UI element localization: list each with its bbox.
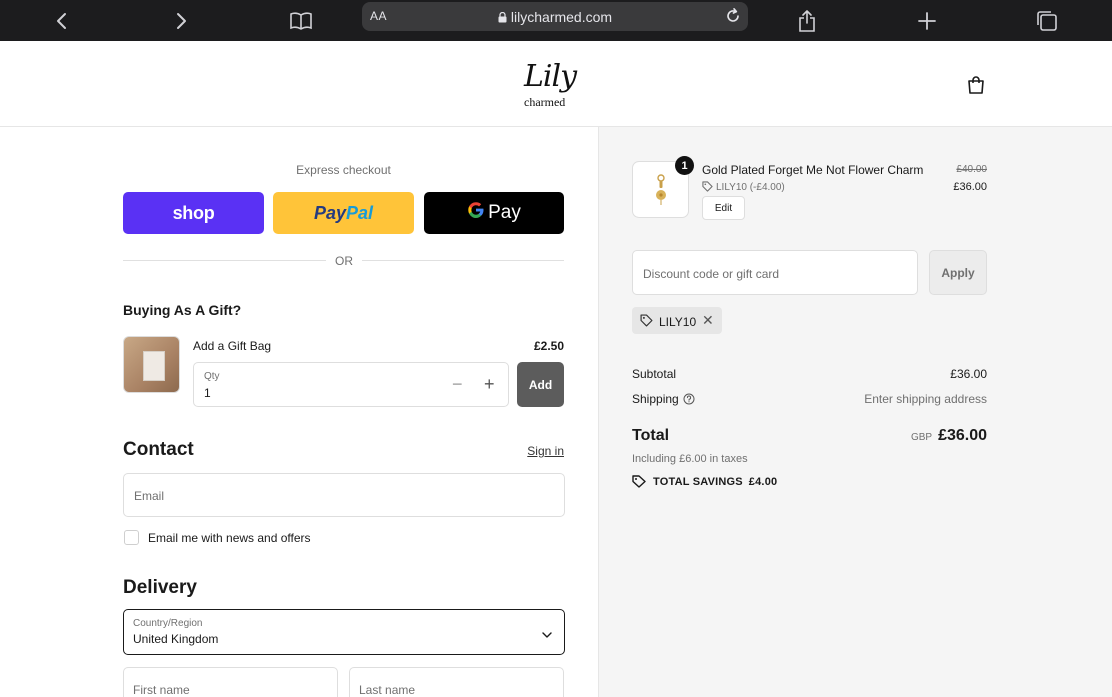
product-name: Gold Plated Forget Me Not Flower Charm (702, 163, 924, 177)
tag-icon (632, 475, 653, 488)
reload-icon[interactable] (724, 7, 742, 30)
first-name-field[interactable]: First name (123, 667, 338, 697)
newsletter-checkbox[interactable] (124, 530, 139, 545)
checkout-form: Express checkout shop Pay Pal Pay OR Buyi… (0, 127, 598, 697)
share-icon[interactable] (792, 6, 822, 36)
tabs-icon[interactable] (1032, 6, 1062, 36)
gift-bag-name: Add a Gift Bag (193, 339, 272, 353)
gift-qty-stepper[interactable]: Qty 1 − + (193, 362, 509, 407)
paypal-button[interactable]: Pay Pal (273, 192, 414, 234)
apply-discount-button[interactable]: Apply (929, 250, 987, 295)
email-field[interactable]: Email (123, 473, 565, 517)
close-icon[interactable]: ✕ (702, 312, 714, 329)
add-gift-bag-button[interactable]: Add (517, 362, 564, 407)
browser-toolbar: AA lilycharmed.com (0, 0, 1112, 41)
country-select[interactable]: Country/Region United Kingdom (123, 609, 565, 655)
contact-heading: Contact (123, 439, 194, 460)
shipping-value: Enter shipping address (864, 392, 987, 406)
minus-icon[interactable]: − (452, 375, 463, 393)
url-text[interactable]: lilycharmed.com (362, 9, 748, 26)
forward-icon[interactable] (166, 6, 196, 36)
delivery-heading: Delivery (123, 577, 197, 598)
subtotal-value: £36.00 (950, 367, 987, 381)
discount-code-input[interactable]: Discount code or gift card (632, 250, 918, 295)
tag-icon (702, 181, 716, 193)
plus-icon[interactable]: + (484, 375, 495, 393)
google-pay-button[interactable]: Pay (424, 192, 564, 234)
order-summary: 1 Gold Plated Forget Me Not Flower Charm… (598, 127, 1112, 697)
gift-section-title: Buying As A Gift? (123, 302, 242, 318)
or-separator: OR (326, 254, 362, 268)
subtotal-label: Subtotal (632, 367, 677, 381)
bookmarks-icon[interactable] (286, 6, 316, 36)
google-g-icon (467, 201, 485, 225)
new-tab-icon[interactable] (912, 6, 942, 36)
applied-code-chip: LILY10 ✕ (632, 307, 722, 334)
chevron-down-icon (542, 626, 552, 644)
taxes-note: Including £6.00 in taxes (632, 453, 748, 465)
shipping-label: Shipping (632, 392, 695, 408)
product-discount: LILY10 (-£4.00) (702, 181, 785, 193)
last-name-field[interactable]: Last name (349, 667, 564, 697)
back-icon[interactable] (47, 6, 77, 36)
total-savings: TOTAL SAVINGS £4.00 (632, 475, 777, 488)
total-value: GBP £36.00 (910, 427, 987, 444)
help-icon[interactable] (683, 393, 695, 408)
cart-icon[interactable] (966, 75, 986, 100)
sign-in-link[interactable]: Sign in (500, 444, 564, 458)
shop-pay-button[interactable]: shop (123, 192, 264, 234)
gift-bag-image (123, 336, 180, 393)
edit-item-button[interactable]: Edit (702, 196, 745, 220)
express-checkout-label: Express checkout (296, 163, 391, 177)
tag-icon (640, 314, 653, 332)
quantity-badge: 1 (675, 156, 694, 175)
gift-bag-price: £2.50 (533, 339, 564, 353)
site-header: Lily charmed (0, 41, 1112, 127)
qty-value[interactable]: 1 (204, 386, 211, 400)
address-bar[interactable]: AA lilycharmed.com (362, 2, 748, 31)
currency-code: GBP (910, 432, 933, 443)
lock-icon (498, 10, 507, 26)
site-logo[interactable]: Lily charmed (522, 59, 588, 111)
total-label: Total (632, 427, 670, 444)
original-price: £40.00 (956, 164, 987, 175)
newsletter-label: Email me with news and offers (148, 531, 311, 545)
current-price: £36.00 (953, 181, 987, 193)
